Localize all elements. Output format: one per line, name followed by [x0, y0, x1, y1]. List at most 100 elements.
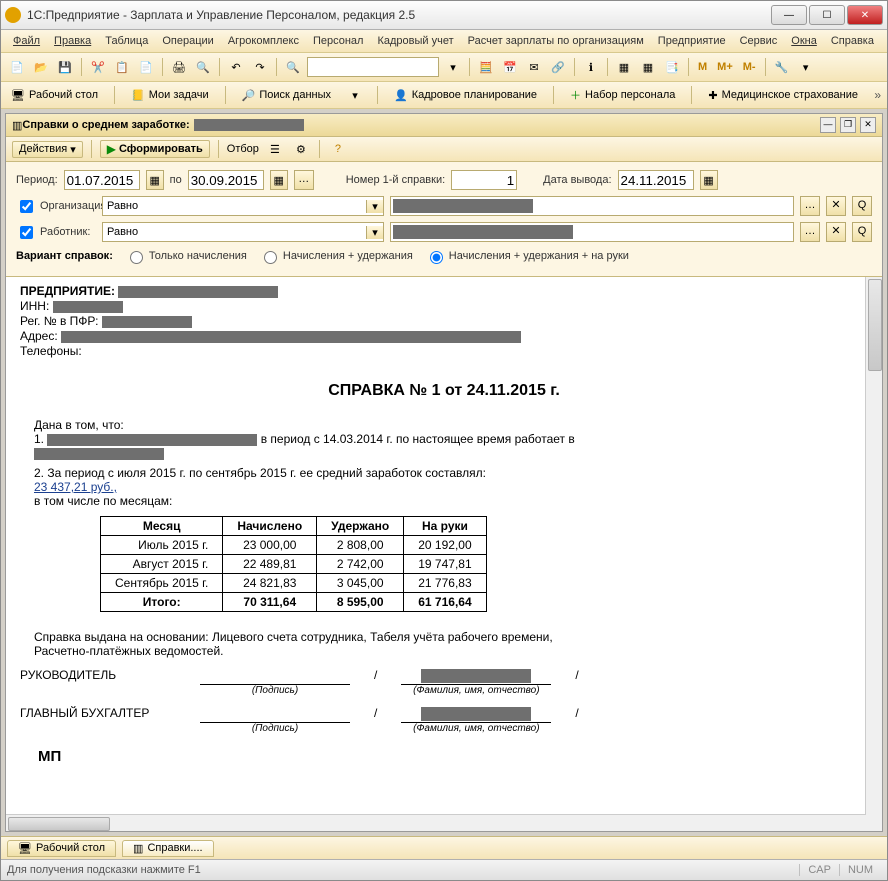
outdate-picker[interactable]: ▦ — [700, 170, 718, 190]
nav-search[interactable]: 🔎Поиск данных — [238, 87, 335, 104]
org-find-button[interactable]: Q — [852, 196, 872, 216]
minimize-button[interactable]: — — [771, 5, 807, 25]
vertical-scrollbar[interactable] — [865, 277, 882, 831]
horizontal-scrollbar[interactable] — [6, 814, 866, 831]
nav-hiring[interactable]: ＋Набор персонала — [566, 85, 679, 105]
gear-icon[interactable]: 🔧 — [772, 57, 792, 77]
redacted — [61, 331, 521, 343]
menu-windows[interactable]: Окна — [785, 33, 823, 49]
link-icon[interactable]: 🔗 — [548, 57, 568, 77]
doc-icon[interactable]: 📑 — [662, 57, 682, 77]
redo-icon[interactable]: ↷ — [250, 57, 270, 77]
more-icon[interactable]: » — [874, 88, 881, 102]
copy-icon[interactable]: 📋 — [112, 57, 132, 77]
save-icon[interactable]: 💾 — [55, 57, 75, 77]
variant-opt3[interactable]: Начисления + удержания + на руки — [425, 248, 629, 264]
variant-opt1[interactable]: Только начисления — [125, 248, 247, 264]
new-icon[interactable]: 📄 — [7, 57, 27, 77]
scroll-thumb[interactable] — [8, 817, 110, 831]
emp-input[interactable] — [390, 222, 794, 242]
address-label: Адрес: — [20, 329, 58, 343]
m-plus-button[interactable]: M+ — [714, 61, 736, 73]
menu-operations[interactable]: Операции — [156, 33, 219, 49]
form-button[interactable]: ▶Сформировать — [100, 140, 210, 158]
undo-icon[interactable]: ↶ — [226, 57, 246, 77]
date-to-picker[interactable]: ▦ — [270, 170, 288, 190]
col-acc: Начислено — [223, 517, 317, 536]
emp-find-button[interactable]: Q — [852, 222, 872, 242]
menu-table[interactable]: Таблица — [99, 33, 154, 49]
calc-icon[interactable]: 🧮 — [476, 57, 496, 77]
menu-file[interactable]: Файл — [7, 33, 46, 49]
print-icon[interactable]: 🖨 — [169, 57, 189, 77]
org-op-combo[interactable]: Равно▾ — [102, 196, 384, 216]
emp-clear-button[interactable]: ✕ — [826, 222, 846, 242]
p1a: Дана в том, что: — [34, 418, 868, 432]
settings-icon[interactable]: ⚙ — [291, 139, 311, 159]
emp-more-button[interactable]: … — [800, 222, 820, 242]
menu-kadr[interactable]: Кадровый учет — [371, 33, 459, 49]
outdate-label: Дата вывода: — [543, 174, 611, 186]
m-button[interactable]: M — [695, 61, 710, 73]
emp-checkbox[interactable] — [20, 226, 33, 239]
grid-icon[interactable]: ▦ — [614, 57, 634, 77]
cut-icon[interactable]: ✂️ — [88, 57, 108, 77]
user-icon: 👤 — [394, 89, 408, 102]
mail-icon[interactable]: ✉ — [524, 57, 544, 77]
cap-indicator: CAP — [799, 864, 839, 876]
to-label: по — [170, 174, 182, 186]
tab-doc[interactable]: ▥Справки.... — [122, 840, 214, 857]
inn-label: ИНН: — [20, 299, 49, 313]
menu-personnel[interactable]: Персонал — [307, 33, 370, 49]
org-clear-button[interactable]: ✕ — [826, 196, 846, 216]
maximize-button[interactable]: ☐ — [809, 5, 845, 25]
help-icon[interactable]: ? — [328, 139, 348, 159]
outdate-input[interactable] — [618, 170, 694, 190]
close-button[interactable]: ✕ — [847, 5, 883, 25]
calendar-icon[interactable]: 📅 — [500, 57, 520, 77]
org-more-button[interactable]: … — [800, 196, 820, 216]
inner-restore-button[interactable]: ❐ — [840, 117, 856, 133]
menu-enterprise[interactable]: Предприятие — [652, 33, 732, 49]
num-label: Номер 1-й справки: — [346, 174, 445, 186]
filter-icon[interactable]: ☰ — [265, 139, 285, 159]
nav-desktop[interactable]: 🖥Рабочий стол — [7, 87, 102, 104]
variant-opt2[interactable]: Начисления + удержания — [259, 248, 413, 264]
emp-op-combo[interactable]: Равно▾ — [102, 222, 384, 242]
period-more-button[interactable]: … — [294, 170, 314, 190]
find-icon: 🔎 — [242, 89, 256, 102]
taskbar: 🖥Рабочий стол ▥Справки.... — [1, 836, 887, 859]
nav-tasks[interactable]: 📒Мои задачи — [127, 87, 213, 104]
nav-planning[interactable]: 👤Кадровое планирование — [390, 87, 541, 104]
table-row: Август 2015 г.22 489,812 742,0019 747,81 — [101, 555, 487, 574]
dropdown2-icon[interactable]: ▾ — [796, 57, 816, 77]
inner-minimize-button[interactable]: — — [820, 117, 836, 133]
menu-service[interactable]: Сервис — [734, 33, 784, 49]
nav-search-dd[interactable]: ▾ — [345, 85, 365, 105]
org-checkbox[interactable] — [20, 200, 33, 213]
info-icon[interactable]: ℹ — [581, 57, 601, 77]
date-to-input[interactable] — [188, 170, 264, 190]
m-minus-button[interactable]: M- — [740, 61, 759, 73]
open-icon[interactable]: 📂 — [31, 57, 51, 77]
paste-icon[interactable]: 📄 — [136, 57, 156, 77]
menu-help[interactable]: Справка — [825, 33, 880, 49]
date-from-picker[interactable]: ▦ — [146, 170, 164, 190]
menu-agro[interactable]: Агрокомплекс — [222, 33, 305, 49]
preview-icon[interactable]: 🔍 — [193, 57, 213, 77]
filter-label[interactable]: Отбор — [227, 143, 259, 155]
menu-edit[interactable]: Правка — [48, 33, 97, 49]
search-icon[interactable]: 🔍 — [283, 57, 303, 77]
grid2-icon[interactable]: ▦ — [638, 57, 658, 77]
scroll-thumb[interactable] — [868, 279, 882, 371]
org-input[interactable] — [390, 196, 794, 216]
dropdown-icon[interactable]: ▾ — [443, 57, 463, 77]
num-input[interactable] — [451, 170, 517, 190]
menu-payroll[interactable]: Расчет зарплаты по организациям — [462, 33, 650, 49]
date-from-input[interactable] — [64, 170, 140, 190]
actions-button[interactable]: Действия ▾ — [12, 141, 83, 158]
tab-desktop[interactable]: 🖥Рабочий стол — [7, 840, 116, 857]
nav-insurance[interactable]: ✚Медицинское страхование — [704, 87, 862, 104]
search-input[interactable] — [307, 57, 439, 77]
inner-close-button[interactable]: ✕ — [860, 117, 876, 133]
